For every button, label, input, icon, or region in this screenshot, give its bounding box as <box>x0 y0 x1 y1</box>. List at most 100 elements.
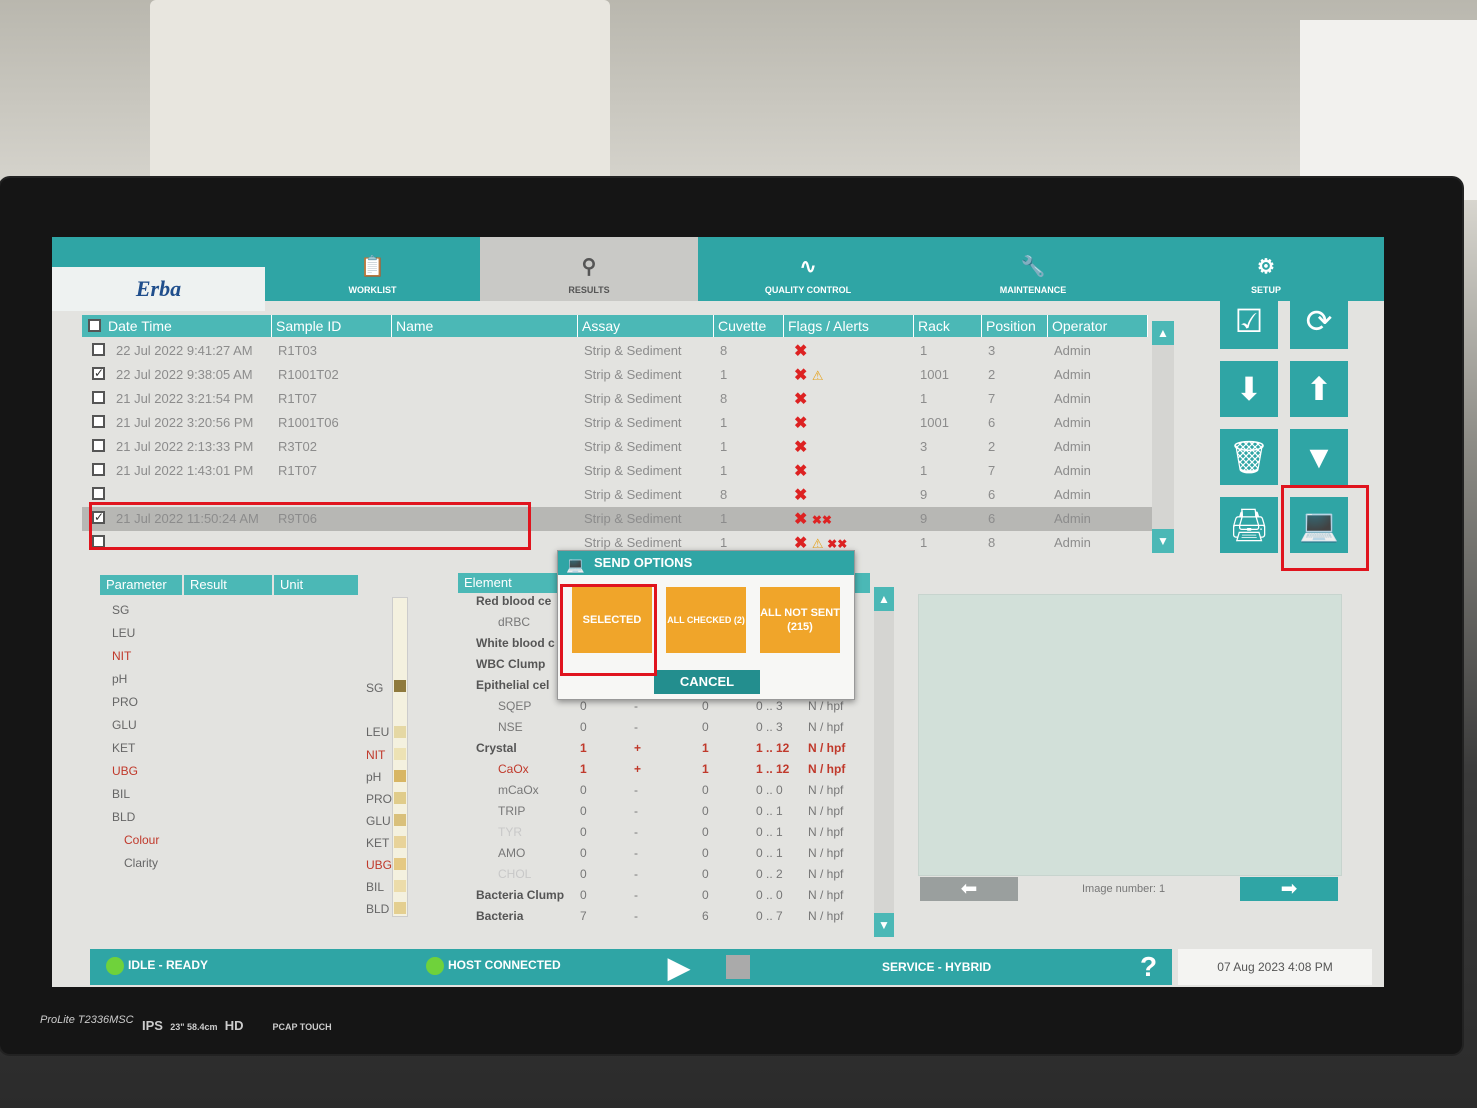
table-row[interactable]: 21 Jul 2022 2:13:33 PM R3T02 Strip & Sedim… <box>82 435 1152 459</box>
stop-button[interactable] <box>726 955 750 979</box>
element-row[interactable]: TRIP 0 - 0 0 .. 1 N / hpf <box>470 802 870 823</box>
element-name: dRBC <box>498 615 531 629</box>
elements-scroll-down[interactable]: ▼ <box>874 913 894 937</box>
element-v1: 0 <box>580 804 587 818</box>
image-number-label: Image number: 1 <box>1082 883 1166 895</box>
col-position[interactable]: Position <box>982 315 1048 337</box>
element-row[interactable]: NSE 0 - 0 0 .. 3 N / hpf <box>470 718 870 739</box>
table-row[interactable]: ✓ 22 Jul 2022 9:38:05 AM R1001T02 Strip & S… <box>82 363 1152 387</box>
row-checkbox[interactable] <box>92 343 105 356</box>
play-button[interactable]: ▶ <box>668 951 690 984</box>
col-assay[interactable]: Assay <box>578 315 714 337</box>
tab-quality-control[interactable]: ∿ QUALITY CONTROL <box>698 237 918 301</box>
element-name: White blood c <box>476 636 555 650</box>
row-checkbox[interactable] <box>92 439 105 452</box>
element-row[interactable]: CaOx 1 +1 1 .. 12 N / hpf <box>470 760 870 781</box>
element-v3: 0 <box>702 888 709 902</box>
scroll-down-button[interactable]: ▼ <box>1152 529 1174 553</box>
previous-image-button[interactable]: ⬅ <box>920 877 1018 901</box>
highlight-selected-row <box>89 502 531 550</box>
table-scrollbar[interactable]: ▲ ▼ <box>1152 321 1174 553</box>
strip-label: UBG <box>366 858 393 872</box>
strip-label: BIL <box>366 880 385 894</box>
col-flags-alerts[interactable]: Flags / Alerts <box>784 315 914 337</box>
upload-button[interactable]: ⬆ <box>1290 361 1348 417</box>
table-row[interactable]: 21 Jul 2022 1:43:01 PM R1T07 Strip & Sedim… <box>82 459 1152 483</box>
cell-date: 21 Jul 2022 2:13:33 PM <box>116 439 254 454</box>
arrow-right-icon: ➡ <box>1280 878 1298 900</box>
col-sample-id[interactable]: Sample ID <box>272 315 392 337</box>
print-button[interactable]: 🖨 <box>1220 497 1278 553</box>
row-checkbox[interactable] <box>92 415 105 428</box>
table-row[interactable]: 21 Jul 2022 3:21:54 PM R1T07 Strip & Sedim… <box>82 387 1152 411</box>
parameter-row: UBG <box>112 764 139 778</box>
strip-pad-nit <box>394 748 406 760</box>
element-v3: 0 <box>702 846 709 860</box>
error-flag-icon: ✖ <box>794 487 808 504</box>
cell-date: 22 Jul 2022 9:41:27 AM <box>116 343 253 358</box>
element-v2: - <box>634 867 638 881</box>
parameter-row: PRO <box>112 695 139 709</box>
parameter-row: NIT <box>112 649 132 663</box>
cell-assay: Strip & Sediment <box>584 343 682 358</box>
col-rack[interactable]: Rack <box>914 315 982 337</box>
col-date-time[interactable]: Date Time <box>82 315 272 337</box>
table-row[interactable]: 22 Jul 2022 9:41:27 AM R1T03 Strip & Sedim… <box>82 339 1152 363</box>
cancel-button[interactable]: CANCEL <box>654 670 760 694</box>
scroll-up-button[interactable]: ▲ <box>1152 321 1174 345</box>
trash-icon: 🗑 <box>1228 439 1270 475</box>
element-row[interactable]: Crystal 1 +1 1 .. 12 N / hpf <box>470 739 870 760</box>
element-unit: N / hpf <box>808 825 844 839</box>
send-all-checked-button[interactable]: ALL CHECKED (2) <box>666 587 746 653</box>
row-checkbox[interactable] <box>92 391 105 404</box>
element-row[interactable]: Bacteria Clump 0 - 0 0 .. 0 N / hpf <box>470 886 870 907</box>
strip-label: LEU <box>366 725 390 739</box>
strip-label: GLU <box>366 814 391 828</box>
element-v1: 0 <box>580 888 587 902</box>
table-row[interactable]: 21 Jul 2022 3:20:56 PM R1001T06 Strip & Se… <box>82 411 1152 435</box>
col-name[interactable]: Name <box>392 315 578 337</box>
element-row[interactable]: TYR 0 - 0 0 .. 1 N / hpf <box>470 823 870 844</box>
element-row[interactable]: CHOL 0 - 0 0 .. 2 N / hpf <box>470 865 870 886</box>
delete-button[interactable]: 🗑 <box>1220 429 1278 485</box>
help-button[interactable]: ? <box>1140 951 1157 983</box>
elements-scrollbar[interactable]: ▲ ▼ <box>874 587 894 937</box>
element-range: 1 .. 12 <box>756 762 790 776</box>
refresh-button[interactable]: ⟳ <box>1290 293 1348 349</box>
element-row[interactable]: Bacteria 7 - 6 0 .. 7 N / hpf <box>470 907 870 928</box>
cell-position: 6 <box>988 487 996 502</box>
element-unit: N / hpf <box>808 699 844 713</box>
cell-cuvette: 1 <box>720 415 728 430</box>
download-button[interactable]: ⬇ <box>1220 361 1278 417</box>
cell-operator: Admin <box>1054 439 1091 454</box>
parameter-row: Colour <box>124 833 160 847</box>
multi-flag-icon: ✖✖ <box>811 513 832 527</box>
element-range: 1 .. 12 <box>756 741 790 755</box>
elements-scroll-up[interactable]: ▲ <box>874 587 894 611</box>
cell-operator: Admin <box>1054 463 1091 478</box>
check-list-button[interactable]: ☑ <box>1220 293 1278 349</box>
row-checkbox[interactable] <box>92 463 105 476</box>
send-all-not-sent-button[interactable]: ALL NOT SENT (215) <box>760 587 840 653</box>
tab-maintenance[interactable]: 🔧 MAINTENANCE <box>918 237 1148 301</box>
element-unit: N / hpf <box>808 741 846 755</box>
tab-results[interactable]: ⚲ RESULTS <box>480 237 698 301</box>
element-row[interactable]: SQEP 0 - 0 0 .. 3 N / hpf <box>470 697 870 718</box>
element-row[interactable]: AMO 0 - 0 0 .. 1 N / hpf <box>470 844 870 865</box>
element-unit: N / hpf <box>808 762 846 776</box>
strip-pad-bld <box>394 902 406 914</box>
col-operator[interactable]: Operator <box>1048 315 1148 337</box>
select-all-checkbox[interactable] <box>88 319 101 332</box>
row-checkbox[interactable] <box>92 487 105 500</box>
tab-setup[interactable]: ⚙ SETUP <box>1148 237 1384 301</box>
background-box <box>1300 20 1477 200</box>
tab-worklist[interactable]: 📋 WORKLIST <box>265 237 480 301</box>
filter-button[interactable]: ▼ <box>1290 429 1348 485</box>
col-cuvette[interactable]: Cuvette <box>714 315 784 337</box>
cell-operator: Admin <box>1054 511 1091 526</box>
next-image-button[interactable]: ➡ <box>1240 877 1338 901</box>
strip-pad-leu <box>394 726 406 738</box>
cell-sample: R1001T06 <box>278 415 339 430</box>
element-row[interactable]: mCaOx 0 - 0 0 .. 0 N / hpf <box>470 781 870 802</box>
row-checkbox[interactable]: ✓ <box>92 367 105 380</box>
